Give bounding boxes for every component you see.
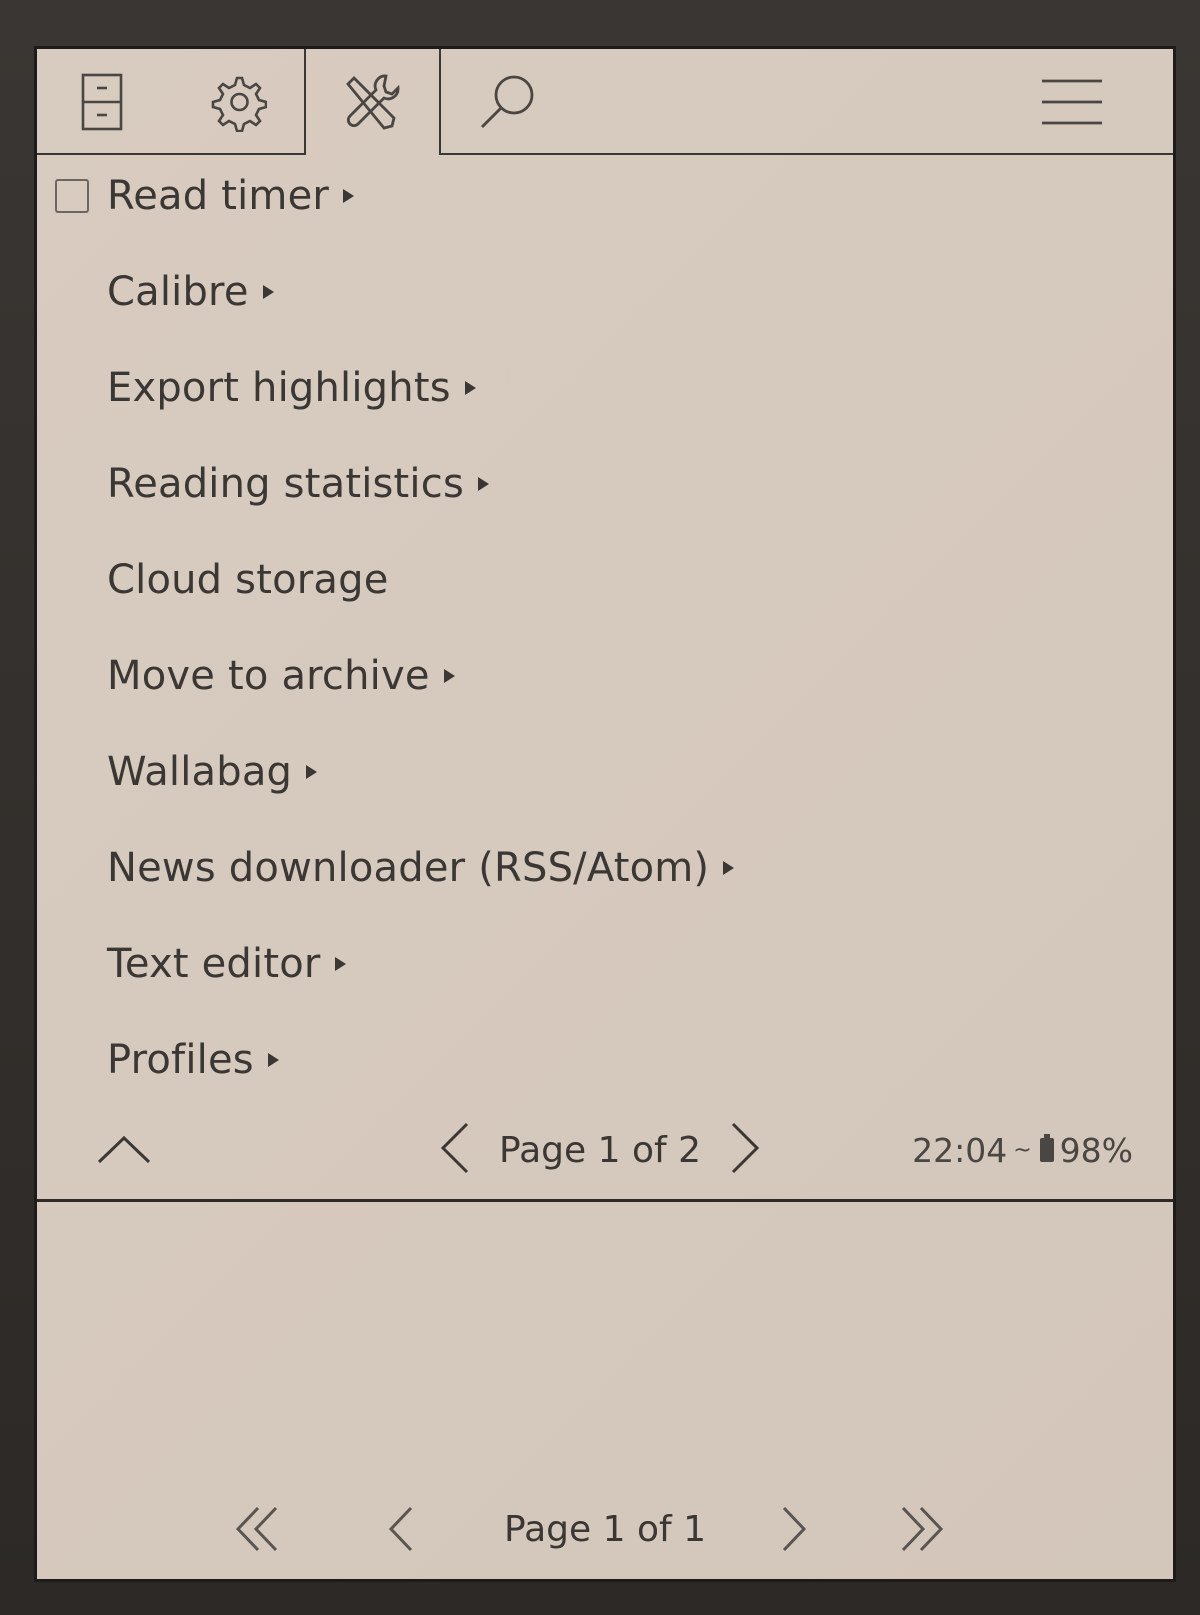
menu-item-label: Read timer [107,173,330,219]
menu-item-label: Calibre [107,269,249,315]
chevron-right-icon[interactable] [727,1120,763,1180]
menu-item-profiles[interactable]: Profiles [107,1030,279,1090]
menu-item-move-to-archive[interactable]: Move to archive [107,646,455,706]
bottom-page-indicator[interactable]: Page 1 of 1 [37,1489,1173,1569]
menu-item-label: News downloader (RSS/Atom) [107,845,710,891]
file-cabinet-icon[interactable] [67,67,137,137]
e-reader-screen: Read timer Calibre Export highlights Rea… [34,46,1176,1582]
menu-item-reading-statistics[interactable]: Reading statistics [107,454,489,514]
menu-divider [37,1199,1173,1202]
menu-item-label: Cloud storage [107,557,389,603]
battery-icon [1039,1134,1054,1162]
menu-page-indicator[interactable]: Page 1 of 2 [499,1130,701,1171]
double-chevron-left-icon[interactable] [227,1489,287,1569]
search-icon[interactable] [472,67,542,137]
menu-item-label: Move to archive [107,653,430,699]
tools-icon[interactable] [337,67,407,137]
submenu-arrow-icon [267,1053,279,1067]
menu-item-label: Reading statistics [107,461,464,507]
battery-level: 98% [1059,1130,1133,1170]
menu-item-news-downloader[interactable]: News downloader (RSS/Atom) [107,838,735,898]
menu-page-nav: Page 1 of 2 [437,1114,763,1186]
bottom-page-nav: Page 1 of 1 [37,1489,1173,1569]
menu-item-wallabag[interactable]: Wallabag [107,742,318,802]
chevron-left-icon[interactable] [437,1120,473,1180]
menu-item-read-timer[interactable]: Read timer [107,166,355,226]
chevron-left-icon[interactable] [370,1489,430,1569]
chevron-up-icon[interactable] [95,1128,153,1172]
menu-item-cloud-storage[interactable]: Cloud storage [107,550,389,610]
submenu-arrow-icon [306,765,318,779]
submenu-arrow-icon [477,477,489,491]
gear-icon[interactable] [202,67,272,137]
menu-item-export-highlights[interactable]: Export highlights [107,358,476,418]
read-timer-checkbox[interactable] [55,179,89,213]
double-chevron-right-icon[interactable] [892,1489,952,1569]
chevron-right-icon[interactable] [765,1489,825,1569]
menu-footer: Page 1 of 2 22:04 ~ 98% [37,1114,1173,1186]
menu-item-label: Profiles [107,1037,254,1083]
submenu-arrow-icon [262,285,274,299]
hamburger-menu-icon[interactable] [1032,67,1112,137]
submenu-arrow-icon [723,861,735,875]
menu-item-label: Wallabag [107,749,293,795]
submenu-arrow-icon [443,669,455,683]
status-bar: 22:04 ~ 98% [912,1114,1133,1186]
submenu-arrow-icon [464,381,476,395]
submenu-arrow-icon [334,957,346,971]
menu-item-label: Export highlights [107,365,451,411]
status-separator: ~ [1013,1137,1032,1163]
clock-time: 22:04 [912,1130,1008,1170]
menu-item-label: Text editor [107,941,321,987]
menu-item-text-editor[interactable]: Text editor [107,934,346,994]
submenu-arrow-icon [343,189,355,203]
tab-bar [37,49,1173,155]
menu-item-calibre[interactable]: Calibre [107,262,274,322]
